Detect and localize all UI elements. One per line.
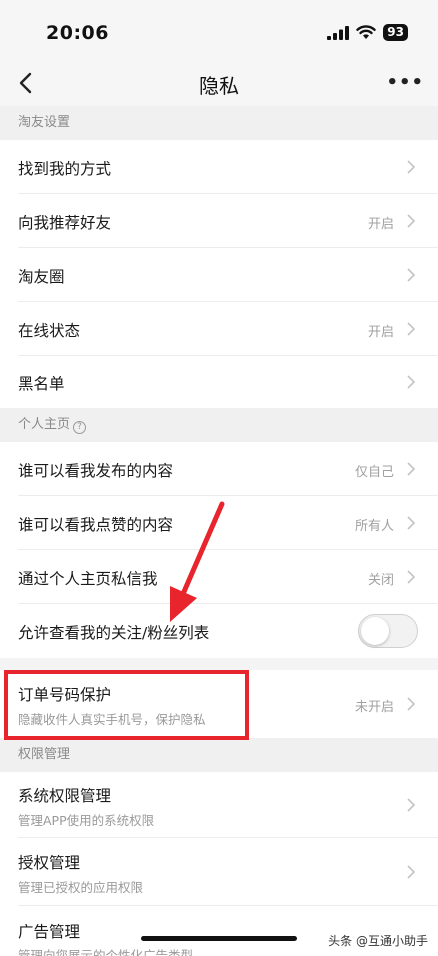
annotation-arrow	[170, 501, 225, 622]
home-indicator	[141, 936, 297, 941]
watermark: 头条 @互通小助手	[328, 934, 428, 948]
